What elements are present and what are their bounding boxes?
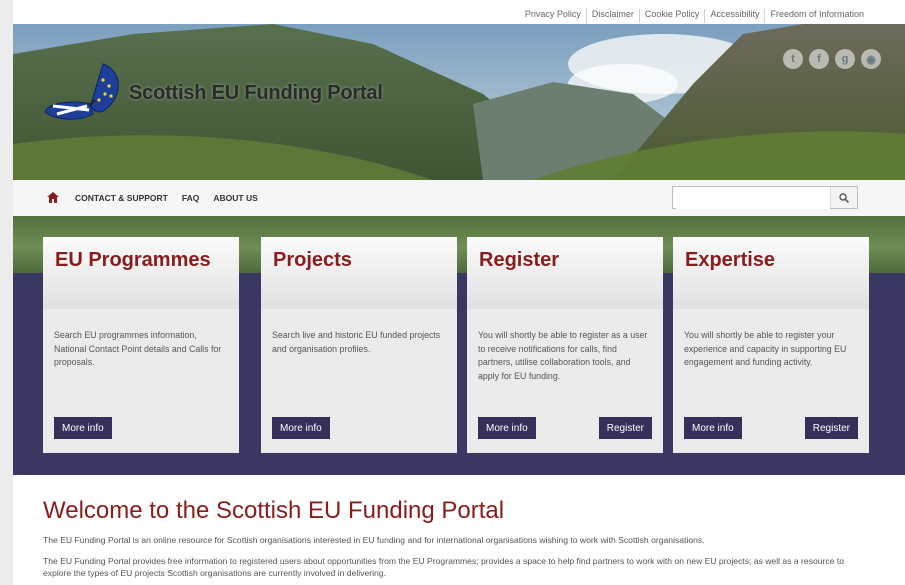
accessibility-link[interactable]: Accessibility <box>704 9 764 23</box>
twitter-icon[interactable]: t <box>783 49 803 69</box>
search-icon <box>839 192 849 203</box>
register-button[interactable]: Register <box>598 417 652 439</box>
card-expertise: Expertise You will shortly be able to re… <box>673 237 869 453</box>
feature-cards-section: EU Programmes Search EU programmes infor… <box>13 216 905 475</box>
search-box <box>672 186 858 209</box>
nav-about-us[interactable]: ABOUT US <box>213 193 257 203</box>
welcome-paragraph-1: The EU Funding Portal is an online resou… <box>43 535 705 545</box>
page: Privacy Policy Disclaimer Cookie Policy … <box>13 0 905 585</box>
home-icon[interactable] <box>47 192 59 203</box>
card-text: You will shortly be able to register you… <box>684 330 847 367</box>
rss-icon[interactable]: ◉ <box>861 49 881 69</box>
card-text: Search EU programmes information, Nation… <box>54 330 222 367</box>
welcome-title: Welcome to the Scottish EU Funding Porta… <box>43 497 505 524</box>
card-title: Register <box>479 249 560 271</box>
more-info-button[interactable]: More info <box>54 417 112 439</box>
facebook-icon[interactable]: f <box>809 49 829 69</box>
card-projects: Projects Search live and historic EU fun… <box>261 237 457 453</box>
disclaimer-link[interactable]: Disclaimer <box>585 9 639 23</box>
card-title: Expertise <box>685 249 776 271</box>
social-icons: t f g ◉ <box>783 49 881 69</box>
site-title[interactable]: Scottish EU Funding Portal <box>129 82 383 105</box>
search-input[interactable] <box>676 188 830 209</box>
cookie-policy-link[interactable]: Cookie Policy <box>638 9 705 23</box>
freedom-of-information-link[interactable]: Freedom of Information <box>764 9 869 23</box>
more-info-button[interactable]: More info <box>478 417 536 439</box>
card-title: EU Programmes <box>55 249 211 271</box>
google-plus-icon[interactable]: g <box>835 49 855 69</box>
card-title: Projects <box>273 249 352 271</box>
nav-faq[interactable]: FAQ <box>182 193 199 203</box>
card-register: Register You will shortly be able to reg… <box>467 237 663 453</box>
welcome-paragraph-2: The EU Funding Portal provides free info… <box>43 556 845 578</box>
more-info-button[interactable]: More info <box>272 417 330 439</box>
privacy-policy-link[interactable]: Privacy Policy <box>520 9 586 23</box>
card-text: Search live and historic EU funded proje… <box>272 330 441 354</box>
card-text: You will shortly be able to register as … <box>478 330 648 381</box>
search-button[interactable] <box>830 187 857 208</box>
card-eu-programmes: EU Programmes Search EU programmes infor… <box>43 237 239 453</box>
butterfly-logo <box>44 63 119 120</box>
register-button[interactable]: Register <box>804 417 858 439</box>
hero-banner: Scottish EU Funding Portal t f g ◉ <box>13 24 905 180</box>
main-navigation: CONTACT & SUPPORT FAQ ABOUT US <box>13 180 905 217</box>
nav-contact-support[interactable]: CONTACT & SUPPORT <box>75 193 168 203</box>
more-info-button[interactable]: More info <box>684 417 742 439</box>
utility-links: Privacy Policy Disclaimer Cookie Policy … <box>520 9 869 23</box>
